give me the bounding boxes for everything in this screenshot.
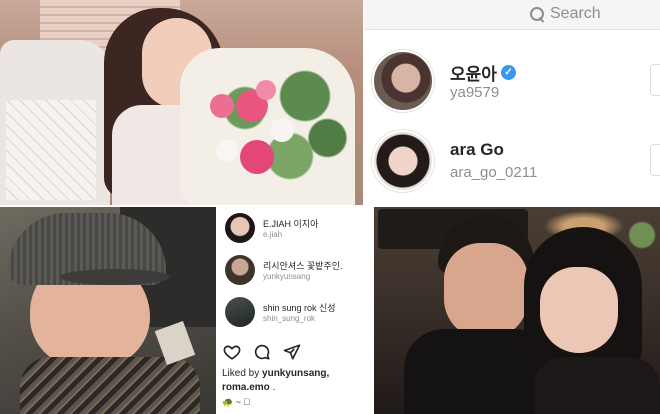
comment-icon[interactable] xyxy=(253,343,271,361)
avatar[interactable] xyxy=(372,130,434,192)
scarf xyxy=(20,357,200,414)
liked-user-link[interactable]: yunkyunsang, xyxy=(262,368,329,379)
account-handle: shin_sung_rok xyxy=(263,314,316,323)
tagged-account[interactable]: 리시안셔스 꽃밭주인. yunkyunsang xyxy=(223,253,373,289)
pink-rose xyxy=(240,140,274,174)
search-result-item[interactable]: ara Go ara_go_0211 xyxy=(364,124,660,198)
heart-icon[interactable] xyxy=(223,343,241,361)
user-handle: ya9579 xyxy=(450,84,500,101)
account-name: E.JIAH 이지아 xyxy=(263,219,319,229)
display-name: 오윤아 xyxy=(450,65,497,84)
avatar[interactable] xyxy=(225,213,255,243)
account-name: 리시안셔스 꽃밭주인. xyxy=(263,261,343,271)
tagged-account[interactable]: shin sung rok 신성 shin_sung_rok xyxy=(223,295,373,331)
post-caption: 🐢 ~ 🏼 xyxy=(222,397,251,407)
verified-badge-icon: ✓ xyxy=(500,65,516,80)
post-actions xyxy=(223,343,313,361)
photo-woman-with-bouquet xyxy=(0,0,363,205)
account-handle: yunkyunsang xyxy=(263,272,311,281)
white-flower xyxy=(216,140,238,162)
username-line: ara Go xyxy=(450,140,504,160)
tagged-account[interactable]: E.JIAH 이지아 e.jiah xyxy=(223,211,373,247)
man-face xyxy=(444,243,528,339)
photo-woman-in-cap xyxy=(0,207,216,414)
liked-user-link[interactable]: roma.emo xyxy=(222,382,270,393)
car-seat-stitching xyxy=(6,100,96,200)
avatar[interactable] xyxy=(372,50,434,112)
pink-rose xyxy=(256,80,276,100)
liked-by-line: Liked by yunkyunsang, xyxy=(222,368,329,379)
liked-by-line: roma.emo . xyxy=(222,382,275,393)
white-flower xyxy=(270,118,294,142)
search-icon xyxy=(530,6,545,22)
woman-face xyxy=(540,267,618,353)
search-result-item[interactable]: 오윤아 ✓ ya9579 xyxy=(364,44,660,118)
photo-couple-selfie xyxy=(374,207,660,414)
instagram-post-card: E.JIAH 이지아 e.jiah 리시안셔스 꽃밭주인. yunkyunsan… xyxy=(217,207,373,414)
username-line: 오윤아 ✓ xyxy=(450,60,516,85)
avatar[interactable] xyxy=(225,297,255,327)
liked-by-prefix: Liked by xyxy=(222,368,260,379)
avatar[interactable] xyxy=(225,255,255,285)
search-placeholder: Search xyxy=(550,5,601,22)
search-bar[interactable]: Search xyxy=(364,0,660,30)
follow-button[interactable] xyxy=(650,144,660,176)
pink-rose xyxy=(210,94,234,118)
account-name: shin sung rok 신성 xyxy=(263,303,336,313)
woman-coat xyxy=(534,357,660,414)
display-name: ara Go xyxy=(450,140,504,159)
search-field[interactable]: Search xyxy=(530,5,601,23)
share-icon[interactable] xyxy=(283,343,301,361)
user-handle: ara_go_0211 xyxy=(450,164,538,181)
liked-by-suffix: . xyxy=(272,382,276,393)
cap-brim xyxy=(60,269,170,285)
search-results-panel: Search 오윤아 ✓ ya9579 ara Go ara_go_0211 xyxy=(364,0,660,205)
account-handle: e.jiah xyxy=(263,230,283,239)
follow-button[interactable] xyxy=(650,64,660,96)
